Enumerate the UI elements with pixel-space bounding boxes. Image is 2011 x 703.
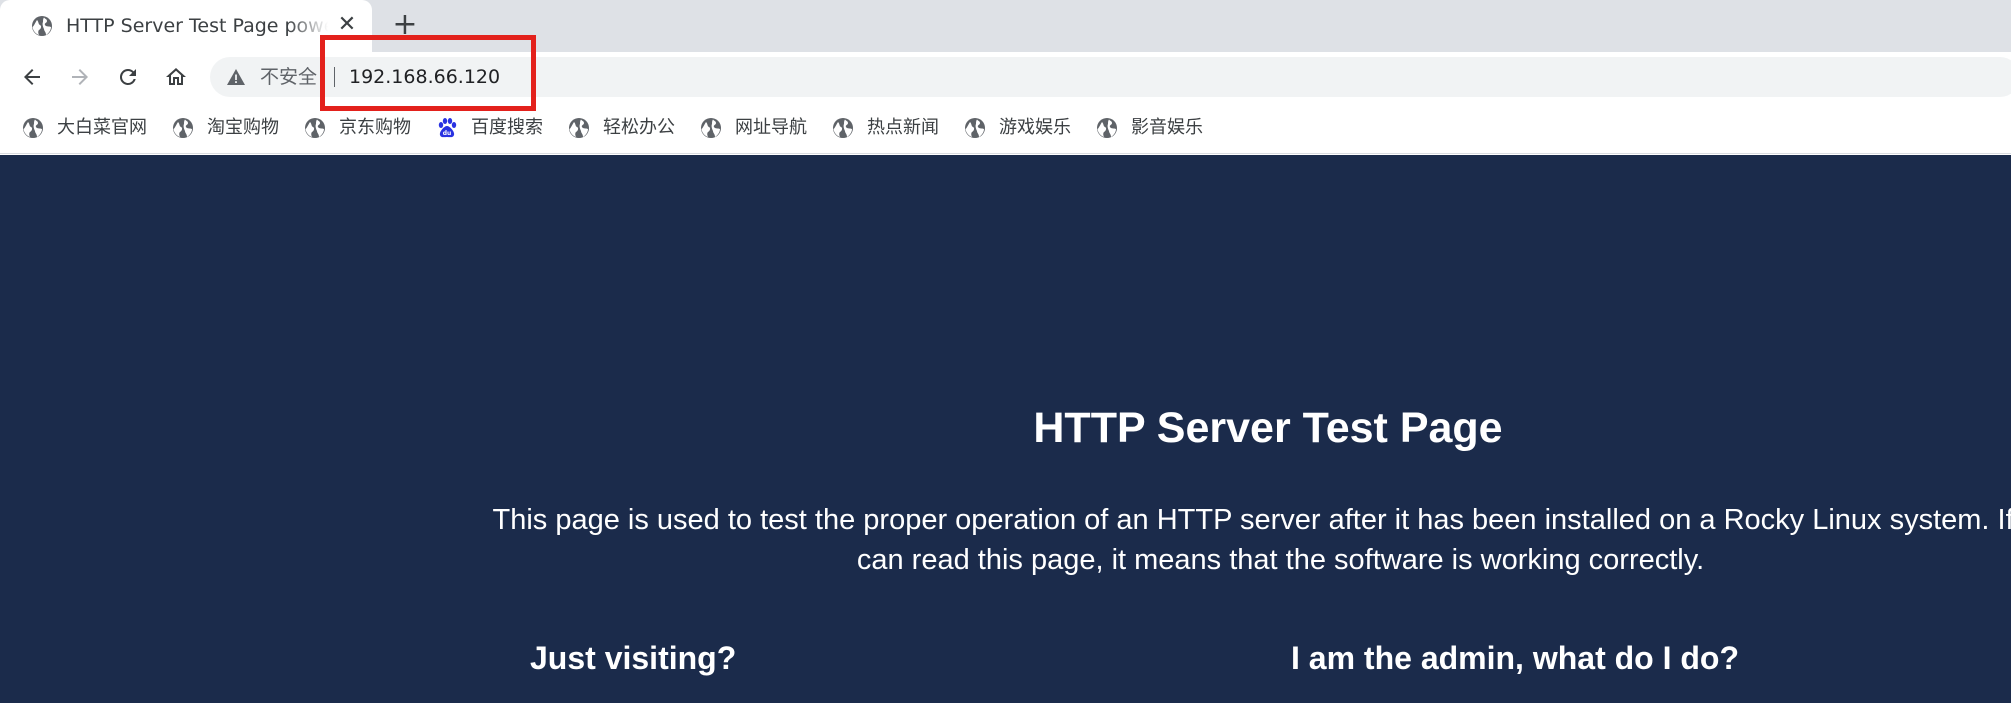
bookmark-item[interactable]: 影音娱乐 xyxy=(1096,114,1203,142)
reload-icon xyxy=(119,68,136,85)
bookmark-label: 影音娱乐 xyxy=(1131,117,1203,138)
section-heading-admin: I am the admin, what do I do? xyxy=(1291,640,1740,676)
warning-triangle-icon xyxy=(227,69,245,85)
tab-strip: HTTP Server Test Page powered by Rocky L… xyxy=(0,0,2011,52)
bookmark-item[interactable]: 热点新闻 xyxy=(832,114,939,142)
page-title: HTTP Server Test Page xyxy=(1033,404,1503,452)
bookmark-label: 热点新闻 xyxy=(867,117,939,138)
globe-icon xyxy=(701,118,721,138)
address-bar[interactable]: 不安全 192.168.66.120 xyxy=(210,57,2011,97)
forward-button[interactable] xyxy=(62,59,98,95)
globe-icon xyxy=(305,118,325,138)
home-button[interactable] xyxy=(158,59,194,95)
page-content: HTTP Server Test Page This page is used … xyxy=(0,155,2011,703)
globe-icon xyxy=(1097,118,1117,138)
globe-icon xyxy=(965,118,985,138)
home-icon xyxy=(166,68,186,85)
bookmarks-bar: 大白菜官网 淘宝购物 京东购物 du 百度搜索 轻松办公 网址导航 热点新闻 游… xyxy=(0,102,2011,154)
svg-text:du: du xyxy=(443,130,452,137)
reload-button[interactable] xyxy=(110,59,146,95)
bookmark-label: 游戏娱乐 xyxy=(999,117,1071,138)
tab-title: HTTP Server Test Page powered by Rocky L… xyxy=(66,15,328,37)
globe-icon xyxy=(23,118,43,138)
bookmark-item[interactable]: 京东购物 xyxy=(304,114,411,142)
globe-icon xyxy=(32,16,52,36)
omnibox-divider xyxy=(334,67,335,87)
bookmark-label: 京东购物 xyxy=(339,117,411,138)
forward-arrow-icon xyxy=(72,69,88,85)
bookmark-label: 淘宝购物 xyxy=(207,117,279,138)
bookmark-item[interactable]: du 百度搜索 xyxy=(436,114,543,142)
new-tab-button[interactable]: + xyxy=(390,10,420,40)
globe-icon xyxy=(173,118,193,138)
security-status-label[interactable]: 不安全 xyxy=(260,64,317,90)
bookmark-label: 百度搜索 xyxy=(471,117,543,138)
section-heading-visitors: Just visiting? xyxy=(530,640,737,676)
back-button[interactable] xyxy=(14,59,50,95)
globe-icon xyxy=(569,118,589,138)
bookmark-item[interactable]: 游戏娱乐 xyxy=(964,114,1071,142)
bookmark-label: 大白菜官网 xyxy=(57,117,147,138)
active-tab[interactable]: HTTP Server Test Page powered by Rocky L… xyxy=(0,0,372,52)
bookmark-item[interactable]: 网址导航 xyxy=(700,114,807,142)
back-arrow-icon xyxy=(24,69,40,85)
bookmark-label: 网址导航 xyxy=(735,117,807,138)
toolbar: 不安全 192.168.66.120 xyxy=(0,52,2011,102)
tab-close-button[interactable]: ✕ xyxy=(334,11,360,37)
globe-icon xyxy=(833,118,853,138)
bookmark-label: 轻松办公 xyxy=(603,117,675,138)
page-description: This page is used to test the proper ope… xyxy=(492,504,2011,576)
bookmark-item[interactable]: 轻松办公 xyxy=(568,114,675,142)
baidu-paw-icon: du xyxy=(438,118,457,138)
bookmark-item[interactable]: 淘宝购物 xyxy=(172,114,279,142)
bookmark-item[interactable]: 大白菜官网 xyxy=(22,114,147,142)
url-text[interactable]: 192.168.66.120 xyxy=(349,64,500,90)
